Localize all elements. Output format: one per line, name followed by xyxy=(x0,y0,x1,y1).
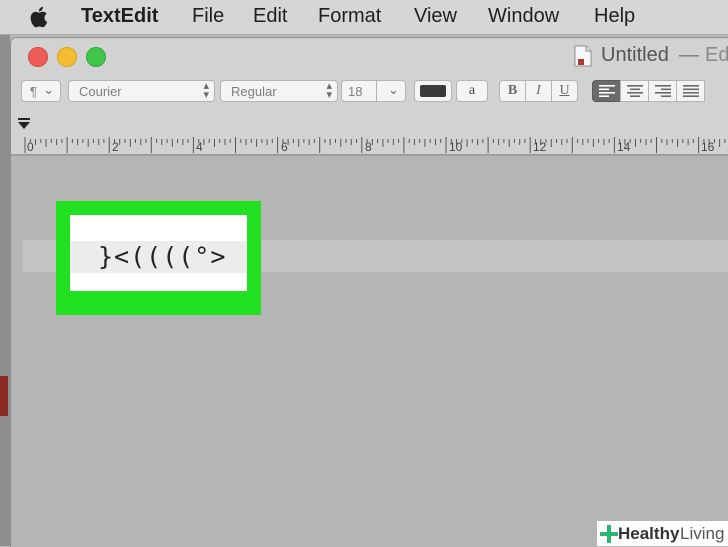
chevron-down-icon: ⌄ xyxy=(43,82,54,97)
menu-file[interactable]: File xyxy=(192,5,224,28)
paragraph-icon: ¶ xyxy=(30,84,37,99)
italic-button[interactable]: I xyxy=(525,80,552,102)
ruler-label: 14 xyxy=(617,140,631,154)
font-style-value: Regular xyxy=(231,84,277,99)
underline-button[interactable]: U xyxy=(551,80,578,102)
menu-window[interactable]: Window xyxy=(488,5,559,28)
close-button[interactable] xyxy=(28,47,48,67)
font-family-value: Courier xyxy=(79,84,122,99)
background-window-edge xyxy=(0,376,8,416)
tab-stop-marker-icon[interactable] xyxy=(17,118,31,132)
ruler[interactable]: 0 2 4 6 8 10 12 14 16 xyxy=(11,117,728,155)
align-right-icon xyxy=(655,85,671,97)
menu-help[interactable]: Help xyxy=(594,5,635,28)
edited-indicator[interactable]: Ed xyxy=(705,44,728,67)
bold-button[interactable]: B xyxy=(499,80,526,102)
justify-button[interactable] xyxy=(676,80,705,102)
paragraph-style-popup[interactable]: ¶ ⌄ xyxy=(21,80,61,102)
ruler-label: 12 xyxy=(533,140,547,154)
ruler-label: 8 xyxy=(365,140,372,154)
plus-logo-icon xyxy=(600,525,618,543)
zoom-button[interactable] xyxy=(86,47,106,67)
watermark: Healthy Living xyxy=(597,521,728,546)
menu-format[interactable]: Format xyxy=(318,5,381,28)
font-family-popup[interactable]: Courier ▴ ▾ xyxy=(68,80,215,102)
highlight-label: a xyxy=(468,83,476,98)
highlight-callout: }<((((°> xyxy=(56,201,261,315)
text-color-button[interactable] xyxy=(414,80,452,102)
ruler-label: 6 xyxy=(281,140,288,154)
title-separator: — xyxy=(679,44,699,66)
align-left-button[interactable] xyxy=(592,80,621,102)
watermark-brand-bold: Healthy xyxy=(618,524,680,543)
align-left-icon xyxy=(599,85,615,97)
stepper-arrows-icon: ▴ ▾ xyxy=(326,80,332,101)
menu-bar: TextEdit File Edit Format View Window He… xyxy=(0,0,728,35)
watermark-brand-light: Living xyxy=(680,524,725,543)
align-right-button[interactable] xyxy=(648,80,677,102)
window-title: Untitled xyxy=(601,44,669,66)
align-center-icon xyxy=(627,85,643,97)
justify-icon xyxy=(683,85,699,97)
desktop-background xyxy=(0,35,10,546)
ruler-label: 2 xyxy=(112,140,119,154)
title-bar: Untitled — Ed ¶ ⌄ Courier ▴ ▾ Regular ▴ ▾ … xyxy=(11,38,728,156)
menu-view[interactable]: View xyxy=(414,5,457,28)
highlight-color-button[interactable]: a xyxy=(456,80,488,102)
font-size-dropdown[interactable]: ⌄ xyxy=(377,80,406,102)
ruler-label: 0 xyxy=(27,140,34,154)
ruler-label: 16 xyxy=(701,140,715,154)
font-style-popup[interactable]: Regular ▴ ▾ xyxy=(220,80,338,102)
font-size-field[interactable]: 18 xyxy=(341,80,377,102)
document-icon xyxy=(574,45,592,67)
chevron-down-icon: ⌄ xyxy=(388,82,399,97)
align-center-button[interactable] xyxy=(620,80,649,102)
minimize-button[interactable] xyxy=(57,47,77,67)
menu-app-name[interactable]: TextEdit xyxy=(81,5,158,28)
font-size-value: 18 xyxy=(348,84,363,99)
apple-logo-icon[interactable] xyxy=(28,4,52,30)
text-color-swatch xyxy=(420,85,446,97)
document-text[interactable]: }<((((°> xyxy=(98,242,226,271)
menu-edit[interactable]: Edit xyxy=(253,5,287,28)
ruler-label: 4 xyxy=(196,140,203,154)
callout-zoom-panel: }<((((°> xyxy=(70,215,247,291)
stepper-arrows-icon: ▴ ▾ xyxy=(203,80,209,101)
ruler-label: 10 xyxy=(449,140,463,154)
